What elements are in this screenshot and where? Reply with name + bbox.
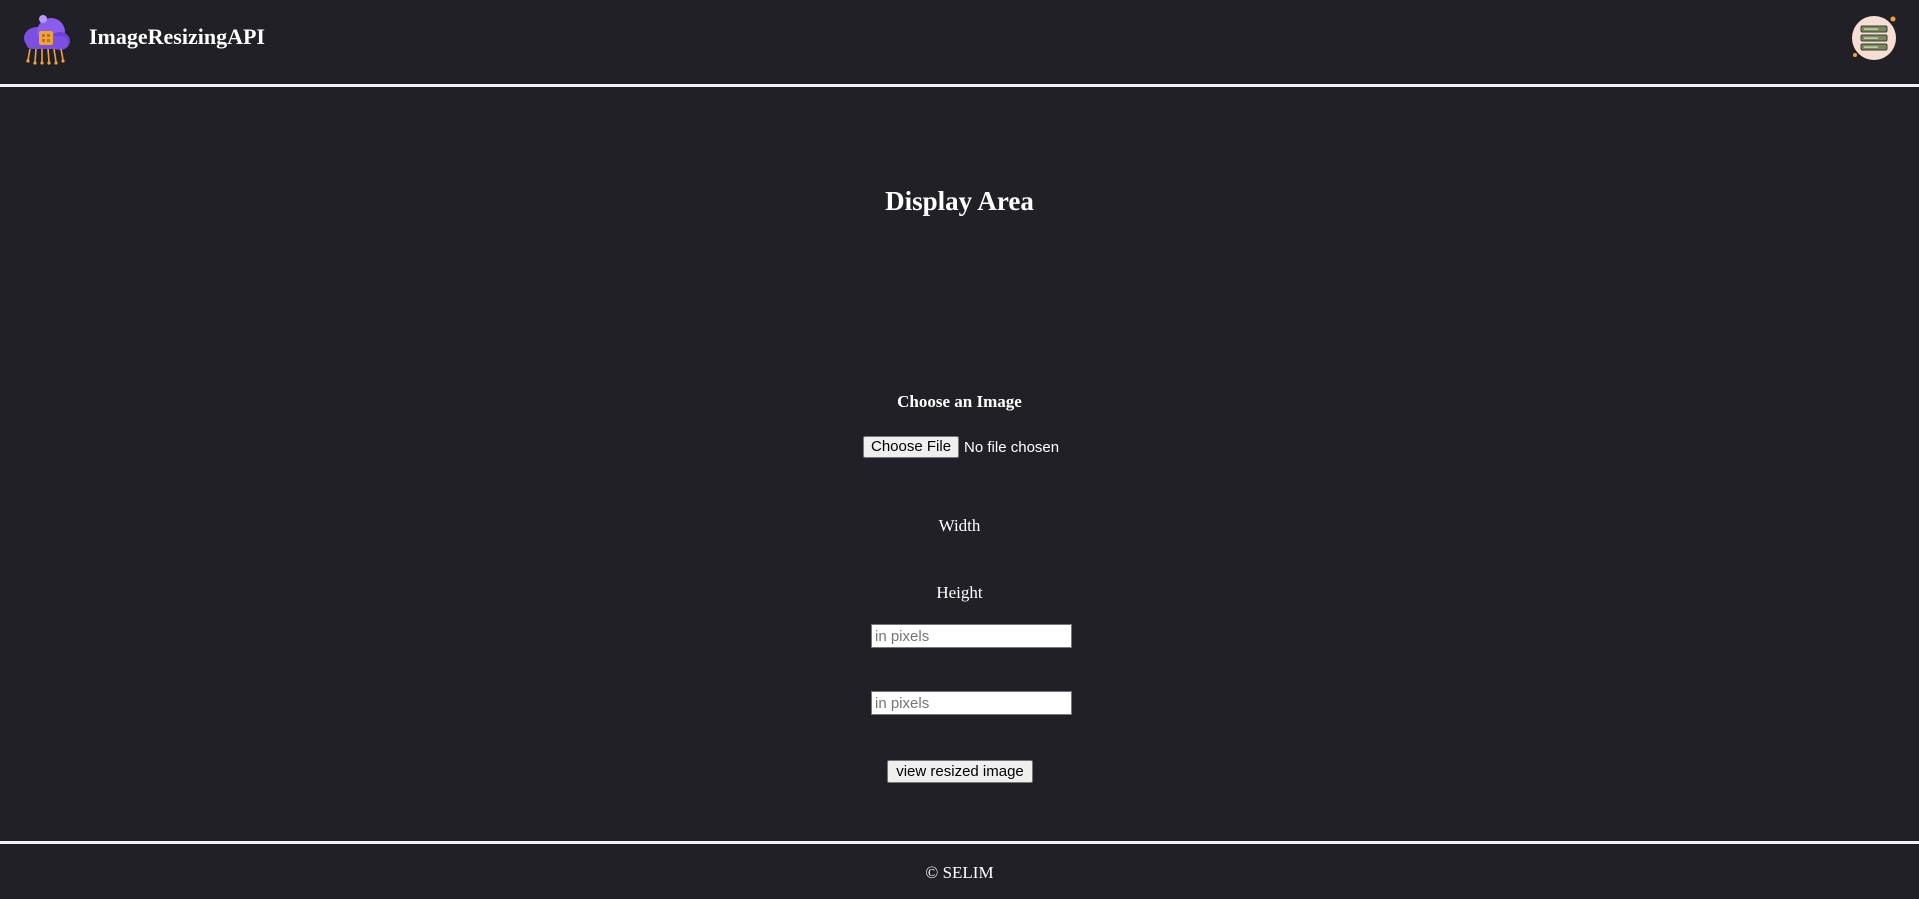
width-input[interactable] (871, 624, 1072, 648)
view-resized-image-button[interactable]: view resized image (887, 760, 1033, 783)
brand-title: ImageResizingAPI (89, 24, 265, 49)
cloud-chip-icon (24, 15, 70, 65)
height-label: Height (936, 583, 983, 602)
width-label: Width (938, 516, 981, 535)
site-header: ImageResizingAPI (0, 0, 1919, 84)
file-picker: Choose File No file chosen (863, 436, 1059, 458)
choose-file-button[interactable]: Choose File (863, 436, 960, 458)
site-footer: © SELIM (0, 844, 1919, 899)
copyright-text: © SELIM (925, 863, 994, 882)
display-area-title: Display Area (885, 186, 1034, 216)
height-input[interactable] (871, 691, 1072, 715)
file-status-text: No file chosen (964, 438, 1060, 456)
main-content: Display Area Choose an Image Choose File… (0, 87, 1919, 841)
choose-image-label: Choose an Image (897, 392, 1022, 411)
server-stack-icon[interactable] (1849, 13, 1899, 63)
